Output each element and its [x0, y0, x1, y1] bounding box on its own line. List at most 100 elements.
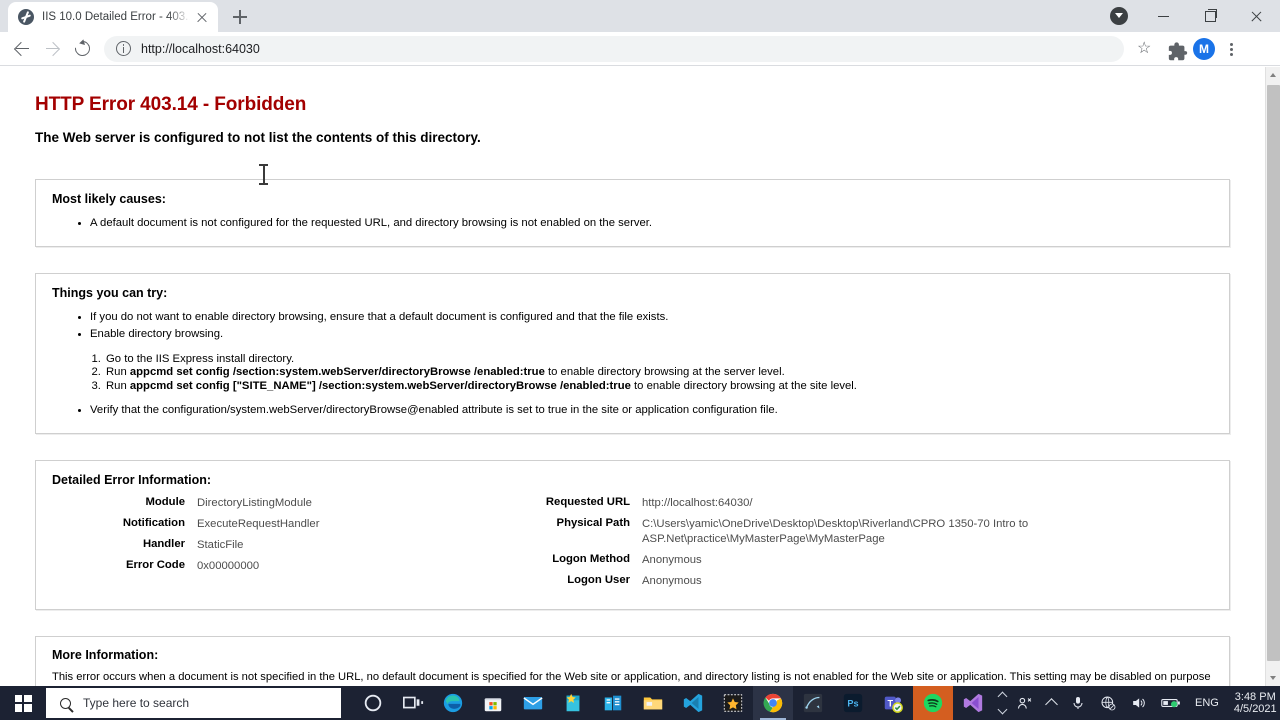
page-scrollbar[interactable] — [1265, 67, 1280, 686]
things-you-can-try-box: Things you can try: If you do not want t… — [35, 273, 1230, 435]
search-input[interactable]: Type here to search — [46, 688, 341, 718]
detail-value: Anonymous — [642, 554, 702, 567]
detail-value: 0x00000000 — [197, 560, 260, 573]
detail-value: Anonymous — [642, 575, 702, 588]
microsoft-edge-icon[interactable] — [433, 686, 473, 720]
chrome-menu-icon[interactable] — [1218, 34, 1244, 64]
system-tray: ENG 3:48 PM 4/5/2021 — [1009, 686, 1280, 720]
table-row: Logon User Anonymous — [502, 574, 1212, 589]
detail-value: StaticFile — [197, 539, 244, 552]
table-row: Error Code 0x00000000 — [52, 559, 319, 574]
minimize-button[interactable] — [1142, 0, 1188, 32]
microsoft-store-icon[interactable] — [473, 686, 513, 720]
mail-icon[interactable] — [513, 686, 553, 720]
steps-list: Go to the IIS Express install directory.… — [104, 353, 1213, 392]
windows-start-icon[interactable] — [0, 686, 46, 720]
list-item: Run appcmd set config /section:system.we… — [104, 366, 1213, 378]
iis-error-page: HTTP Error 403.14 - Forbidden The Web se… — [0, 67, 1265, 686]
table-row: Module DirectoryListingModule — [52, 496, 319, 511]
detailed-error-heading: Detailed Error Information: — [52, 473, 212, 488]
show-hidden-icons-chevron[interactable] — [1040, 686, 1063, 720]
things-list: If you do not want to enable directory b… — [74, 309, 1213, 343]
page-subtitle: The Web server is configured to not list… — [35, 130, 481, 145]
back-arrow-icon[interactable] — [7, 34, 37, 64]
window-controls — [1096, 0, 1280, 32]
close-window-button[interactable] — [1234, 0, 1280, 32]
search-placeholder: Type here to search — [83, 696, 190, 710]
task-view-icon[interactable] — [393, 686, 433, 720]
close-icon[interactable] — [194, 9, 210, 25]
table-row: Physical Path C:\Users\yamic\OneDrive\De… — [502, 517, 1212, 547]
more-information-heading: More Information: — [52, 648, 159, 663]
most-likely-causes-box: Most likely causes: A default document i… — [35, 179, 1230, 247]
people-icon[interactable] — [1009, 686, 1040, 720]
address-bar[interactable]: http://localhost:64030 — [104, 35, 1124, 62]
clock[interactable]: 3:48 PM 4/5/2021 — [1226, 691, 1280, 716]
list-item: Run appcmd set config ["SITE_NAME"] /sec… — [104, 380, 1213, 392]
battery-icon[interactable] — [1154, 686, 1188, 720]
list-item: If you do not want to enable directory b… — [74, 309, 1213, 326]
star-glyph: ☆ — [1137, 39, 1152, 57]
table-row: Handler StaticFile — [52, 538, 319, 553]
download-icon[interactable] — [1096, 0, 1142, 32]
step-post: to enable directory browsing at the site… — [630, 379, 857, 392]
visual-studio-icon[interactable] — [953, 686, 993, 720]
office-icon[interactable] — [593, 686, 633, 720]
causes-heading: Most likely causes: — [52, 192, 166, 206]
table-row: Notification ExecuteRequestHandler — [52, 517, 320, 532]
microsoft-teams-icon[interactable]: T — [873, 686, 913, 720]
globe-icon — [18, 9, 34, 25]
scroll-down-icon[interactable] — [1266, 670, 1280, 686]
new-tab-button[interactable] — [226, 3, 254, 31]
browser-tab[interactable]: IIS 10.0 Detailed Error - 403.14 - — [8, 2, 218, 32]
detail-value: http://localhost:64030/ — [642, 497, 753, 510]
chevron-up-icon[interactable] — [997, 691, 1007, 702]
detail-value: DirectoryListingModule — [197, 497, 312, 510]
step-bold: appcmd set config ["SITE_NAME"] /section… — [129, 379, 631, 392]
site-info-icon[interactable] — [116, 41, 131, 56]
step-pre: Run — [106, 366, 130, 379]
detail-value: ExecuteRequestHandler — [197, 518, 320, 531]
photoshop-icon[interactable]: Ps — [833, 686, 873, 720]
step-pre: Go to the IIS Express install directory. — [106, 353, 295, 365]
scrollbar-thumb[interactable] — [1267, 85, 1280, 661]
page-title: HTTP Error 403.14 - Forbidden — [35, 94, 307, 115]
table-row: Requested URL http://localhost:64030/ — [502, 496, 1212, 511]
sticky-notes-icon[interactable] — [553, 686, 593, 720]
scroll-up-icon[interactable] — [1266, 67, 1280, 83]
extensions-puzzle-icon[interactable] — [1160, 34, 1190, 64]
step-bold: appcmd set config /section:system.webSer… — [129, 366, 545, 379]
language-indicator[interactable]: ENG — [1188, 686, 1226, 720]
screen: IIS 10.0 Detailed Error - 403.14 - http:… — [0, 0, 1280, 720]
clock-time: 3:48 PM — [1234, 690, 1276, 703]
browser-toolbar: http://localhost:64030 ☆ M — [0, 32, 1280, 66]
tab-title: IIS 10.0 Detailed Error - 403.14 - — [42, 11, 190, 23]
detail-left-column: Module DirectoryListingModule Notificati… — [52, 496, 502, 595]
microphone-icon[interactable] — [1063, 686, 1093, 720]
illustrator-icon[interactable] — [793, 686, 833, 720]
page-viewport: HTTP Error 403.14 - Forbidden The Web se… — [0, 67, 1280, 686]
avatar[interactable]: M — [1193, 37, 1215, 60]
things-trailing-list: Verify that the configuration/system.web… — [74, 402, 1213, 419]
detail-key: Logon User — [567, 574, 630, 587]
visual-studio-code-icon[interactable] — [673, 686, 713, 720]
detail-key: Requested URL — [545, 496, 630, 509]
spotify-icon[interactable] — [913, 686, 953, 720]
taskbar-overflow-scroll[interactable] — [995, 686, 1009, 720]
google-chrome-icon[interactable] — [753, 686, 793, 720]
detail-key: Module — [145, 496, 185, 509]
bookmark-star-icon[interactable]: ☆ — [1130, 34, 1160, 64]
volume-icon[interactable] — [1123, 686, 1154, 720]
forward-arrow-icon[interactable] — [37, 34, 67, 64]
file-explorer-icon[interactable] — [633, 686, 673, 720]
maximize-button[interactable] — [1188, 0, 1234, 32]
network-globe-icon[interactable] — [1093, 686, 1123, 720]
chevron-down-icon[interactable] — [997, 704, 1007, 715]
detailed-error-information-box: Detailed Error Information: Module Direc… — [35, 460, 1230, 611]
clock-date: 4/5/2021 — [1233, 703, 1277, 715]
movie-maker-icon[interactable] — [713, 686, 753, 720]
cortana-icon[interactable] — [353, 686, 393, 720]
reload-icon[interactable] — [67, 34, 97, 64]
detail-key: Notification — [122, 517, 185, 530]
search-icon — [60, 697, 71, 709]
